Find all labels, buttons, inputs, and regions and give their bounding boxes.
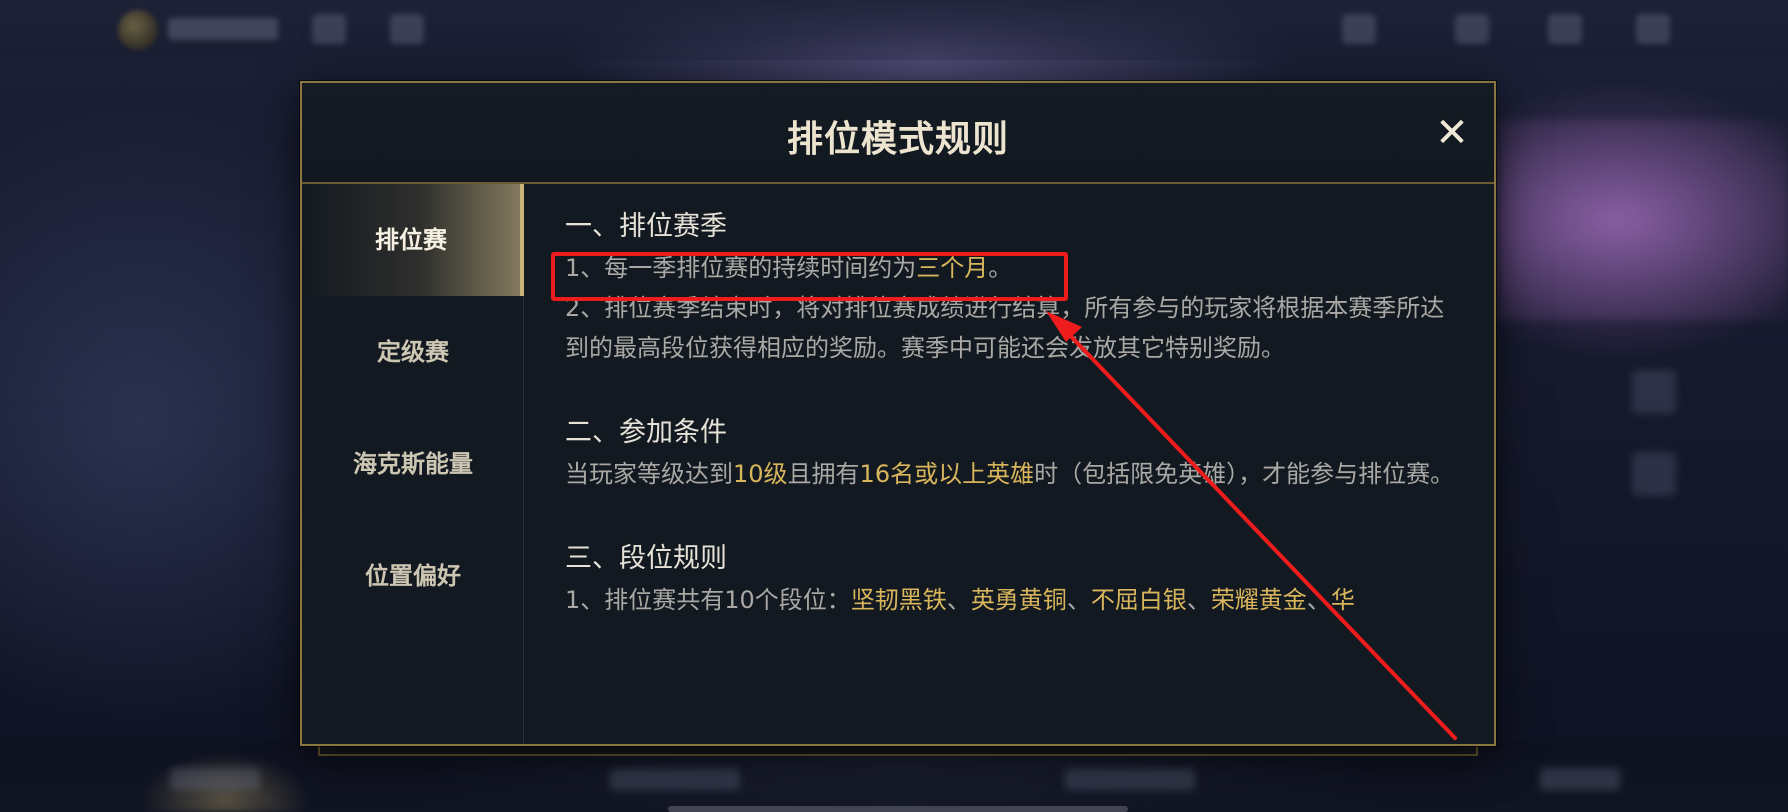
game-lobby-background: 排位模式规则 ✕ 排位赛 定级赛 海克斯能量 位置偏好 一、排位赛季 1、每一季… xyxy=(0,0,1788,812)
background-bottom-item xyxy=(170,768,260,790)
background-bottom-item xyxy=(610,768,740,790)
tier-iron: 坚韧黑铁 xyxy=(850,586,947,614)
background-side-icon xyxy=(1632,452,1676,496)
tier-separator: 、 xyxy=(1066,586,1091,614)
section-heading-conditions: 二、参加条件 xyxy=(565,417,727,448)
close-button[interactable]: ✕ xyxy=(1424,105,1480,161)
tier-partial: 华 xyxy=(1330,586,1355,614)
tab-placement[interactable]: 定级赛 xyxy=(302,296,524,408)
tab-hextech-energy[interactable]: 海克斯能量 xyxy=(302,408,524,520)
section-heading-season: 一、排位赛季 xyxy=(565,211,727,242)
close-icon: ✕ xyxy=(1435,110,1469,156)
conditions-text-c: 时（包括限免英雄），才能参与排位赛。 xyxy=(1034,460,1455,488)
tab-ranked[interactable]: 排位赛 xyxy=(302,184,524,296)
background-hero-banner xyxy=(1500,120,1788,320)
season-rule-1: 1、每一季排位赛的持续时间约为三个月。 xyxy=(565,248,1464,288)
background-top-icon xyxy=(1548,14,1582,44)
season-rule-1-end: 。 xyxy=(988,254,1013,282)
tier-separator: 、 xyxy=(946,586,971,614)
background-bottom-item xyxy=(1065,768,1195,790)
tier-separator: 、 xyxy=(1186,586,1211,614)
background-scroll-handle xyxy=(668,806,1128,812)
rules-content-scroll[interactable]: 一、排位赛季 1、每一季排位赛的持续时间约为三个月。 2、排位赛季结束时，将对排… xyxy=(524,184,1494,744)
tiers-text-a: 1、排位赛共有10个段位： xyxy=(565,586,851,614)
background-top-icon xyxy=(1636,14,1670,44)
background-top-icon xyxy=(1455,14,1489,44)
background-logo-text xyxy=(168,18,278,40)
background-side-icon xyxy=(1632,370,1676,414)
season-rule-1-text: 1、每一季排位赛的持续时间约为 xyxy=(565,254,917,282)
tier-separator: 、 xyxy=(1306,586,1331,614)
tier-silver: 不屈白银 xyxy=(1090,586,1187,614)
dialog-title: 排位模式规则 xyxy=(786,119,1009,160)
section-heading-tiers: 三、段位规则 xyxy=(565,543,727,574)
background-logo-icon xyxy=(118,10,158,50)
background-top-icon xyxy=(312,14,346,44)
conditions-text: 当玩家等级达到10级且拥有16名或以上英雄时（包括限免英雄），才能参与排位赛。 xyxy=(565,454,1464,494)
background-top-icon xyxy=(1342,14,1376,44)
background-top-icon xyxy=(390,14,424,44)
conditions-text-b: 且拥有 xyxy=(787,460,860,488)
hero-requirement-highlight: 16名或以上英雄 xyxy=(859,460,1035,488)
tab-position-preference[interactable]: 位置偏好 xyxy=(302,520,524,632)
season-rule-2: 2、排位赛季结束时，将对排位赛成绩进行结算，所有参与的玩家将根据本赛季所达到的最… xyxy=(565,294,1445,362)
background-bottom-item xyxy=(1540,768,1620,790)
tier-bronze: 英勇黄铜 xyxy=(970,586,1067,614)
level-requirement-highlight: 10级 xyxy=(733,460,788,488)
tiers-rule-1: 1、排位赛共有10个段位：坚韧黑铁、英勇黄铜、不屈白银、荣耀黄金、华 xyxy=(565,580,1464,620)
conditions-text-a: 当玩家等级达到 xyxy=(565,460,733,488)
rules-tab-sidebar: 排位赛 定级赛 海克斯能量 位置偏好 xyxy=(302,184,524,744)
tier-gold: 荣耀黄金 xyxy=(1210,586,1307,614)
ranked-rules-dialog: 排位模式规则 ✕ 排位赛 定级赛 海克斯能量 位置偏好 一、排位赛季 1、每一季… xyxy=(300,81,1496,746)
season-duration-highlight: 三个月 xyxy=(916,254,989,282)
dialog-header: 排位模式规则 ✕ xyxy=(302,83,1494,184)
